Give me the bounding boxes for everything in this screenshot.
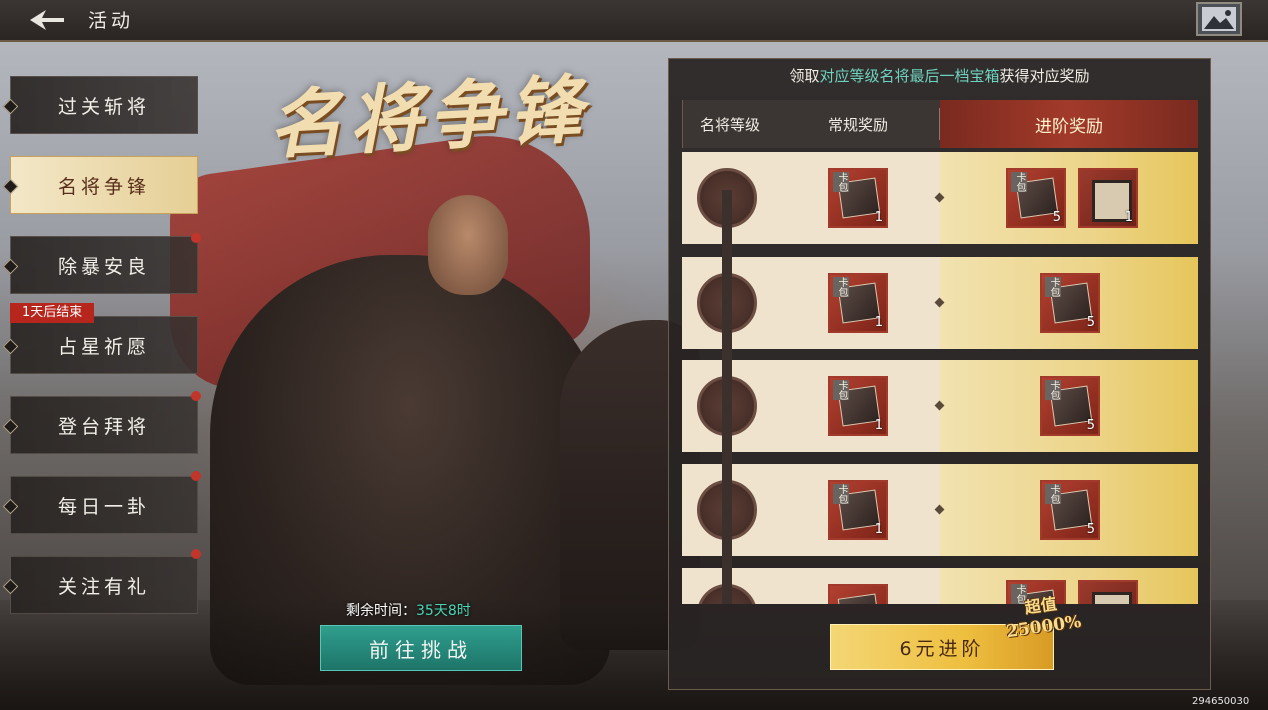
value-badge: 超值 25000% [996,590,1092,668]
reward-instructions: 领取对应等级名将最后一档宝箱获得对应奖励 [669,65,1210,86]
normal-reward-cell: 卡包 1 [776,464,940,556]
avatar-frame-item[interactable]: 1 [1078,168,1138,228]
card-pack-item[interactable]: 卡包 1 [828,376,888,436]
sidebar-item-label: 每日一卦 [57,495,150,518]
card-pack-item[interactable]: 卡包 5 [1040,480,1100,540]
item-quantity: 1 [874,315,883,330]
avatar-frame-icon [1092,592,1132,604]
card-pack-tag: 卡包 [1045,484,1061,504]
advanced-reward-cell: 卡包 5 [940,257,1198,349]
card-pack-tag: 卡包 [833,484,849,504]
notification-dot-icon [191,391,201,401]
column-header-advanced-reward: 进阶奖励 [940,100,1198,148]
card-pack-tag: 卡包 [1045,380,1061,400]
reward-list[interactable]: 1 卡包 1 卡包 5 1 2 [682,152,1198,604]
sidebar-item-label: 过关斩将 [57,95,150,118]
card-pack-item[interactable]: 卡包 5 [1040,273,1100,333]
item-quantity: 5 [1086,315,1095,330]
info-highlight: 对应等级名将最后一档宝箱 [819,67,1000,85]
item-quantity: 1 [874,210,883,225]
card-pack-icon [837,593,881,604]
reward-row: 4 卡包 1 卡包 5 [682,464,1198,556]
info-prefix: 领取 [789,67,820,85]
sidebar-item-label: 除暴安良 [57,255,150,278]
reward-row: 2 卡包 1 卡包 5 [682,257,1198,349]
reward-row: 3 卡包 1 卡包 5 [682,360,1198,452]
card-pack-item[interactable]: 卡包 5 [1006,168,1066,228]
normal-reward-cell: 卡包 1 [776,360,940,452]
sidebar-item-label: 登台拜将 [57,415,150,438]
landscape-icon [1202,7,1236,31]
event-end-tag: 1天后结束 [10,303,95,323]
card-pack-tag: 卡包 [1045,277,1061,297]
top-bar: 活动 [0,0,1268,42]
sidebar-item-zhanxing[interactable]: 占星祈愿 [2,316,198,374]
card-pack-tag: 卡包 [833,172,849,192]
go-challenge-button[interactable]: 前往挑战 [320,625,522,671]
sidebar-item-guanzhu[interactable]: 关注有礼 [2,549,201,614]
item-quantity: 5 [1052,210,1061,225]
sidebar-item-label: 占星祈愿 [57,335,150,358]
notification-dot-icon [191,233,201,243]
item-quantity: 1 [1124,210,1133,225]
card-pack-item[interactable]: 卡包 1 [828,168,888,228]
item-quantity: 5 [1086,418,1095,433]
general-head-art [428,195,508,295]
card-pack-item[interactable]: 卡包 1 [828,273,888,333]
reward-row: 卡包 [682,568,1198,604]
sidebar-item-dengtai[interactable]: 登台拜将 [2,391,201,454]
card-pack-item[interactable]: 卡包 1 [828,480,888,540]
sidebar-item-guoguan[interactable]: 过关斩将 [2,76,198,134]
normal-reward-cell: 卡包 1 [776,152,940,244]
remaining-time: 剩余时间：35天8时 [346,600,471,620]
normal-reward-cell [776,568,940,604]
sidebar-item-meiri[interactable]: 每日一卦 [2,471,201,534]
card-pack-item[interactable]: 卡包 5 [1040,376,1100,436]
level-timeline-line [722,190,732,604]
page-title: 活动 [88,10,135,32]
sidebar-item-chubao[interactable]: 除暴安良 [2,233,201,294]
card-pack-item[interactable] [828,584,888,604]
info-suffix: 获得对应奖励 [999,67,1090,85]
scenery-menu-button[interactable] [1196,2,1242,36]
column-header-normal-reward: 常规奖励 [776,100,940,148]
sidebar-item-mingjiang[interactable]: 名将争锋 [2,156,198,214]
remaining-time-value: 35天8时 [416,603,471,619]
back-arrow-icon [30,10,64,30]
back-button[interactable] [26,4,66,36]
item-quantity: 1 [874,418,883,433]
notification-dot-icon [191,549,201,559]
normal-reward-cell: 卡包 1 [776,257,940,349]
advanced-reward-cell: 卡包 5 [940,360,1198,452]
remaining-time-label: 剩余时间： [346,603,416,619]
avatar-frame-item[interactable] [1078,580,1138,604]
reward-row: 1 卡包 1 卡包 5 1 [682,152,1198,244]
sidebar-item-label: 名将争锋 [57,175,150,198]
column-header-level: 名将等级 [682,100,777,148]
advanced-reward-cell: 卡包 5 [940,464,1198,556]
card-pack-tag: 卡包 [1011,172,1027,192]
advanced-reward-cell: 卡包 5 1 [940,152,1198,244]
card-pack-tag: 卡包 [833,380,849,400]
item-quantity: 5 [1086,522,1095,537]
notification-dot-icon [191,471,201,481]
user-id: 294650030 [1192,696,1250,707]
event-title-calligraphy: 名将争锋 [266,66,591,170]
sidebar-item-label: 关注有礼 [57,575,150,598]
card-pack-tag: 卡包 [833,277,849,297]
item-quantity: 1 [874,522,883,537]
